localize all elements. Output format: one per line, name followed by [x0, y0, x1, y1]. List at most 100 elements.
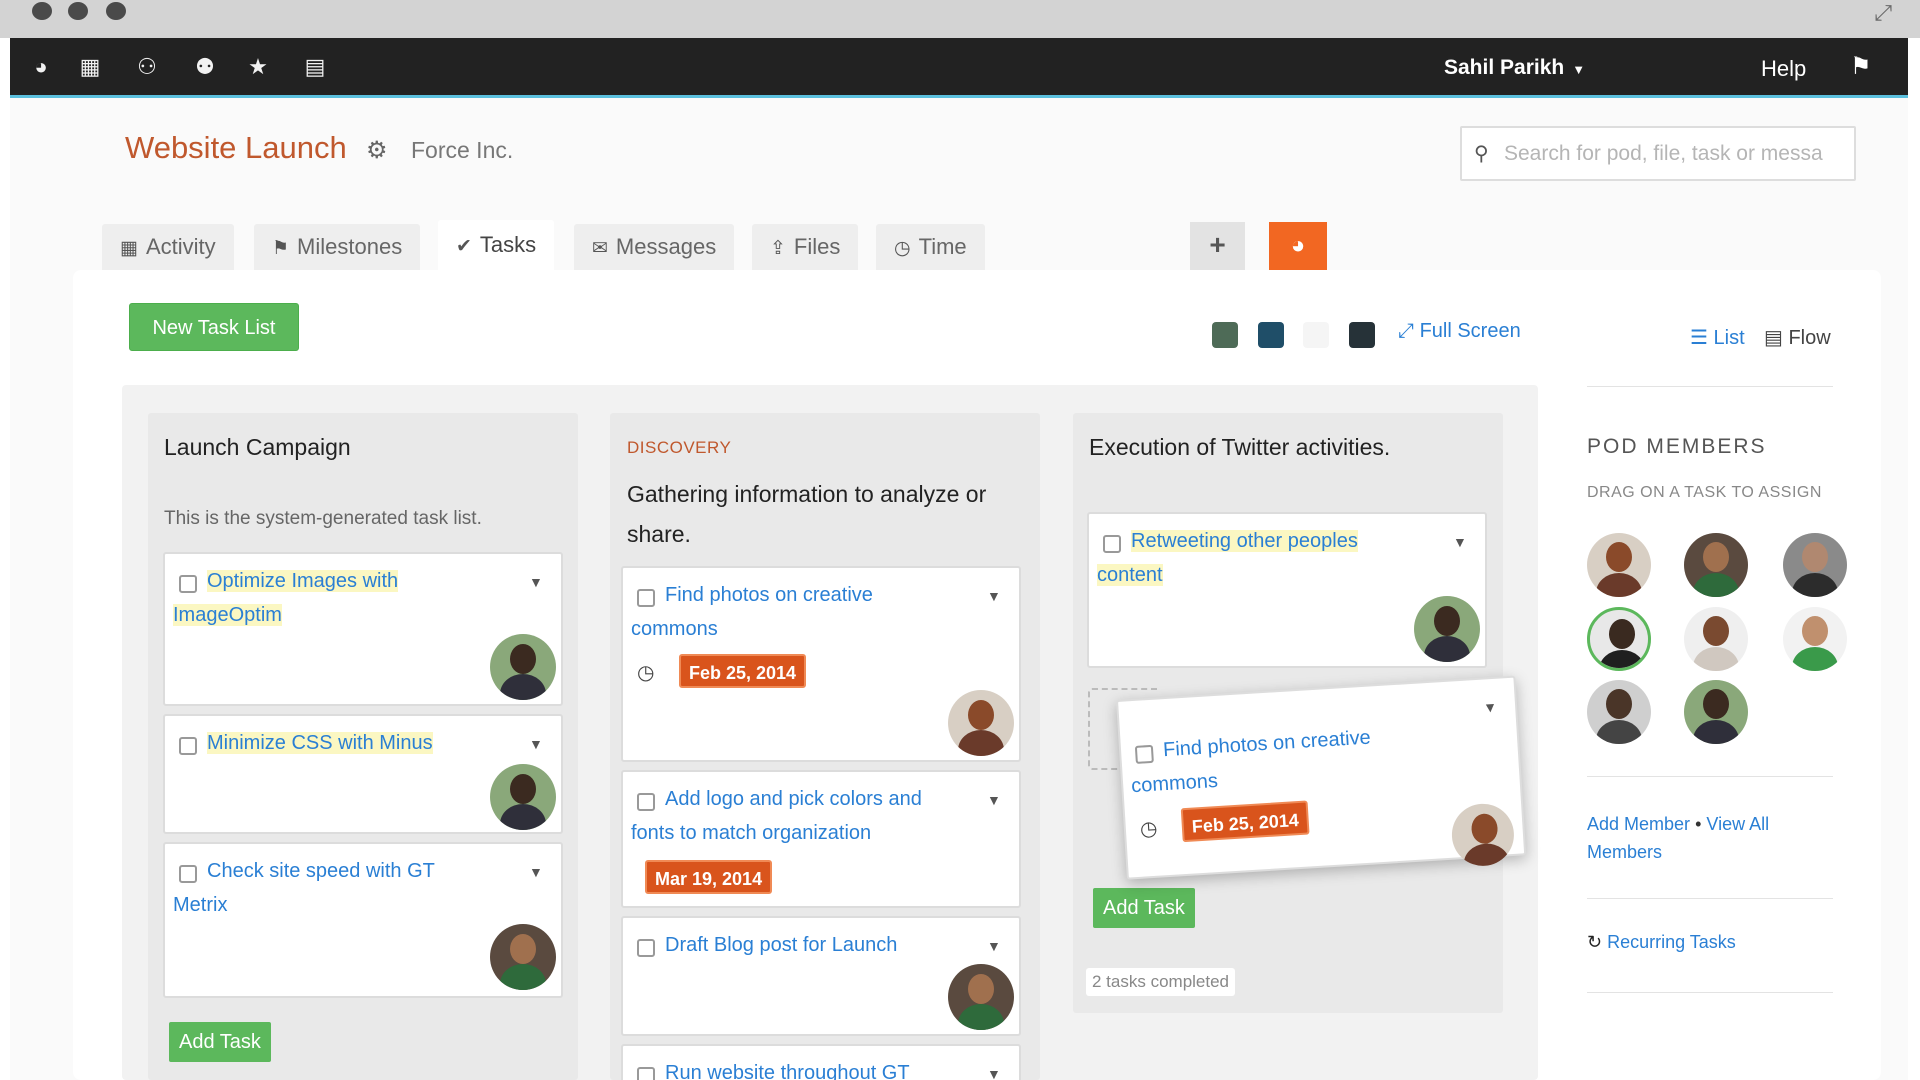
- add-task-button[interactable]: Add Task: [169, 1022, 271, 1062]
- task-checkbox[interactable]: [637, 939, 655, 957]
- assignee-avatar[interactable]: [1414, 596, 1480, 662]
- flag-icon: ⚑: [272, 238, 290, 259]
- add-member-link[interactable]: Add Member: [1587, 814, 1690, 834]
- divider: [1587, 386, 1833, 387]
- dragging-task-card[interactable]: Find photos on creative commons ▼ ◷ Feb 2…: [1116, 675, 1527, 880]
- chevron-down-icon[interactable]: ▼: [529, 574, 543, 590]
- task-title[interactable]: Find photos on creative commons: [1128, 715, 1462, 803]
- close-window-button[interactable]: [32, 2, 52, 20]
- tab-tasks[interactable]: ✔ Tasks: [438, 220, 555, 270]
- assignee-avatar[interactable]: [948, 964, 1014, 1030]
- add-tab-button[interactable]: +: [1190, 222, 1245, 270]
- search-input[interactable]: [1504, 138, 1844, 170]
- app-logo-tab[interactable]: ◕: [1269, 222, 1327, 270]
- task-checkbox[interactable]: [179, 737, 197, 755]
- flow-view-toggle[interactable]: ▤ Flow: [1764, 325, 1831, 350]
- color-swatch[interactable]: [1212, 322, 1238, 348]
- member-avatar[interactable]: [1783, 607, 1847, 671]
- logo-icon[interactable]: ◕: [26, 52, 56, 82]
- task-card[interactable]: Optimize Images with ImageOptim ▼: [163, 552, 563, 706]
- chevron-down-icon[interactable]: ▼: [529, 736, 543, 752]
- milestone-label[interactable]: DISCOVERY: [627, 438, 731, 458]
- task-title[interactable]: Run website throughout GT: [665, 1056, 910, 1080]
- task-title[interactable]: Add logo and pick colors and fonts to mat…: [631, 782, 961, 850]
- task-list-title[interactable]: Launch Campaign: [164, 434, 351, 461]
- task-title-line: Check site speed with GT: [207, 860, 435, 882]
- full-screen-link[interactable]: ⤢ Full Screen: [1398, 320, 1521, 343]
- chevron-down-icon[interactable]: ▼: [987, 938, 1001, 954]
- help-link[interactable]: Help: [1761, 51, 1806, 87]
- member-avatar[interactable]: [1684, 533, 1748, 597]
- user-icon[interactable]: ⚉: [190, 52, 220, 82]
- tab-activity[interactable]: ▦ Activity: [102, 224, 234, 270]
- gear-icon[interactable]: ⚙: [366, 136, 388, 165]
- task-card[interactable]: Run website throughout GT ▼: [621, 1044, 1021, 1080]
- due-date-badge[interactable]: Mar 19, 2014: [645, 860, 773, 894]
- list-icon: ☰: [1690, 327, 1714, 349]
- assignee-avatar[interactable]: [490, 924, 556, 990]
- member-avatar[interactable]: [1783, 533, 1847, 597]
- color-swatch[interactable]: [1349, 322, 1375, 348]
- new-task-list-button[interactable]: New Task List: [129, 303, 299, 351]
- task-card[interactable]: Minimize CSS with Minus ▼: [163, 714, 563, 834]
- calendar-icon[interactable]: ▤: [300, 52, 330, 82]
- color-swatch[interactable]: [1303, 322, 1329, 348]
- task-title-line: Find photos on creative: [1162, 726, 1372, 762]
- chevron-down-icon[interactable]: ▼: [529, 864, 543, 880]
- minimize-window-button[interactable]: [68, 2, 88, 20]
- task-title[interactable]: Optimize Images with ImageOptim: [173, 564, 503, 632]
- task-title[interactable]: Retweeting other peoples content: [1097, 524, 1427, 592]
- tab-files[interactable]: ⇪ Files: [752, 224, 859, 270]
- list-view-toggle[interactable]: ☰ List: [1690, 325, 1745, 350]
- task-card[interactable]: Check site speed with GT Metrix ▼: [163, 842, 563, 998]
- task-title-line: commons: [1130, 769, 1219, 798]
- project-title[interactable]: Website Launch: [125, 130, 347, 166]
- member-avatar[interactable]: [1587, 680, 1651, 744]
- flag-icon[interactable]: ⚑: [1850, 52, 1872, 81]
- task-list-title[interactable]: Gathering information to analyze or share…: [627, 474, 986, 554]
- recurring-tasks-link[interactable]: ↻ Recurring Tasks: [1587, 932, 1736, 953]
- zoom-window-button[interactable]: [106, 2, 126, 20]
- due-date-badge[interactable]: Feb 25, 2014: [1180, 800, 1310, 843]
- task-card[interactable]: Draft Blog post for Launch ▼: [621, 916, 1021, 1036]
- task-checkbox[interactable]: [637, 1067, 655, 1080]
- film-icon[interactable]: ▦: [75, 52, 105, 82]
- member-avatar[interactable]: [1587, 607, 1651, 671]
- assignee-avatar[interactable]: [490, 764, 556, 830]
- assignee-avatar[interactable]: [1450, 802, 1516, 868]
- assignee-avatar[interactable]: [948, 690, 1014, 756]
- task-title[interactable]: Minimize CSS with Minus: [207, 726, 433, 760]
- task-title[interactable]: Find photos on creative commons: [631, 578, 961, 646]
- member-avatar[interactable]: [1684, 680, 1748, 744]
- clock-icon: ◷: [637, 662, 655, 684]
- completed-tasks-link[interactable]: 2 tasks completed: [1086, 968, 1236, 996]
- user-menu[interactable]: Sahil Parikh ▼: [1444, 51, 1585, 87]
- add-task-button[interactable]: Add Task: [1093, 888, 1195, 928]
- envelope-icon: ✉: [592, 238, 608, 259]
- task-title-line: Add logo and pick colors and: [665, 788, 922, 810]
- member-avatar[interactable]: [1587, 533, 1651, 597]
- chevron-down-icon[interactable]: ▼: [987, 792, 1001, 808]
- chevron-down-icon[interactable]: ▼: [1483, 699, 1498, 716]
- tab-time[interactable]: ◷ Time: [876, 224, 985, 270]
- chevron-down-icon[interactable]: ▼: [987, 1066, 1001, 1080]
- color-swatch[interactable]: [1258, 322, 1284, 348]
- tab-messages[interactable]: ✉ Messages: [574, 224, 735, 270]
- assignee-avatar[interactable]: [490, 634, 556, 700]
- task-title[interactable]: Draft Blog post for Launch: [665, 928, 897, 962]
- group-icon[interactable]: ⚇: [132, 52, 162, 82]
- star-icon[interactable]: ★: [243, 52, 273, 82]
- tab-label: Files: [793, 234, 841, 259]
- tab-milestones[interactable]: ⚑ Milestones: [254, 224, 421, 270]
- task-title[interactable]: Check site speed with GT Metrix: [173, 854, 503, 922]
- task-card[interactable]: Add logo and pick colors and fonts to mat…: [621, 770, 1021, 908]
- expand-arrows-icon[interactable]: ⤢: [1874, 0, 1892, 26]
- task-card[interactable]: Retweeting other peoples content ▼: [1087, 512, 1487, 668]
- chevron-down-icon[interactable]: ▼: [987, 588, 1001, 604]
- member-avatar[interactable]: [1684, 607, 1748, 671]
- task-list-title[interactable]: Execution of Twitter activities.: [1089, 434, 1390, 461]
- tab-label: Time: [918, 234, 967, 259]
- due-date-badge[interactable]: Feb 25, 2014: [679, 654, 807, 688]
- task-card[interactable]: Find photos on creative commons ▼ ◷ Feb 2…: [621, 566, 1021, 762]
- chevron-down-icon[interactable]: ▼: [1453, 534, 1467, 550]
